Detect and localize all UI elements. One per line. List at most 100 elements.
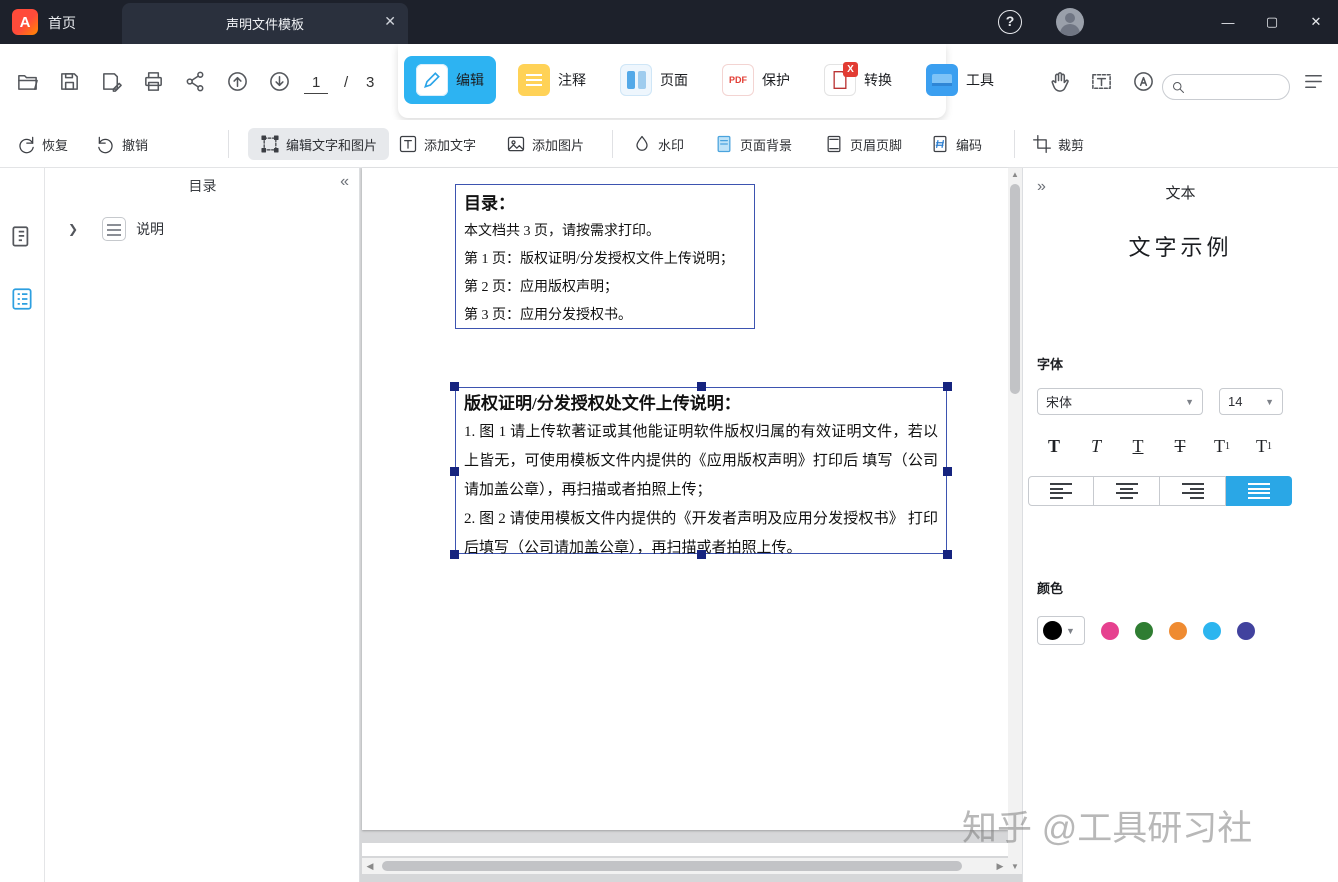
align-justify-button[interactable] — [1226, 476, 1292, 506]
page-number-input[interactable]: 1 — [304, 74, 329, 94]
pdf-page-1[interactable]: 目录： 本文档共 3 页，请按需求打印。 第 1 页：版权证明/分发授权文件上传… — [362, 168, 1008, 830]
redo-button[interactable]: 恢复 — [16, 128, 68, 160]
horizontal-scrollbar[interactable]: ◀ ▶ — [362, 858, 1008, 874]
read-aloud-icon[interactable] — [1132, 70, 1156, 94]
align-right-button[interactable] — [1160, 476, 1226, 506]
save-as-icon[interactable] — [100, 70, 124, 94]
color-picker-dropdown[interactable]: ▼ — [1037, 616, 1085, 645]
strikethrough-button[interactable]: T — [1159, 430, 1201, 462]
crop-button[interactable]: 裁剪 — [1032, 128, 1084, 160]
watermark-label: 水印 — [658, 137, 685, 153]
print-icon[interactable] — [142, 70, 166, 94]
thumbnails-panel-icon[interactable] — [9, 224, 37, 252]
color-section-label: 颜色 — [1037, 581, 1064, 596]
resize-handle-top[interactable] — [697, 382, 706, 391]
toc-tree-item[interactable]: ❯ 说明 — [46, 212, 359, 246]
color-swatch-indigo[interactable] — [1237, 621, 1255, 640]
protect-icon: PDF — [722, 64, 754, 96]
ribbon-tab-convert[interactable]: X 转换 — [812, 56, 904, 104]
ribbon-tab-edit[interactable]: 编辑 — [404, 56, 496, 104]
home-button[interactable]: 首页 — [48, 13, 76, 33]
align-right-icon — [1181, 483, 1204, 499]
previous-page-icon[interactable] — [226, 70, 250, 94]
help-button[interactable]: ? — [998, 10, 1022, 34]
font-family-select[interactable]: 宋体 ▼ — [1037, 388, 1203, 415]
close-button[interactable]: ✕ — [1294, 0, 1338, 44]
page-separator: / — [344, 74, 349, 91]
toolbar-separator — [1014, 130, 1015, 158]
tab-close-icon[interactable]: ✕ — [384, 13, 396, 30]
scroll-left-icon[interactable]: ◀ — [362, 858, 378, 874]
scroll-right-icon[interactable]: ▶ — [992, 858, 1008, 874]
ribbon-tab-tools[interactable]: 工具 — [914, 56, 1006, 104]
toc-textbox[interactable]: 目录： 本文档共 3 页，请按需求打印。 第 1 页：版权证明/分发授权文件上传… — [455, 184, 755, 329]
scroll-up-icon[interactable]: ▲ — [1008, 168, 1022, 182]
page-background-button[interactable]: 页面背景 — [714, 128, 792, 160]
toc-textbox-line: 第 1 页：版权证明/分发授权文件上传说明； — [464, 252, 734, 267]
header-footer-button[interactable]: 页眉页脚 — [824, 128, 902, 160]
vertical-scrollbar[interactable]: ▲ ▼ — [1008, 168, 1022, 874]
resize-handle-bottom-left[interactable] — [450, 550, 459, 559]
pdf-page-2-edge — [362, 843, 1008, 856]
resize-handle-right[interactable] — [943, 466, 952, 476]
italic-button[interactable]: T — [1075, 430, 1117, 462]
horizontal-scroll-thumb[interactable] — [382, 861, 962, 871]
superscript-button[interactable]: T1 — [1201, 430, 1243, 462]
titlebar: A 首页 声明文件模板 ✕ ? — ▢ ✕ — [0, 0, 1338, 44]
color-swatch-orange[interactable] — [1169, 621, 1187, 640]
vertical-scroll-thumb[interactable] — [1010, 184, 1020, 394]
edit-text-image-icon — [261, 135, 279, 153]
encode-button[interactable]: 编码 — [930, 128, 982, 160]
chevron-down-icon: ▼ — [1265, 396, 1274, 407]
edit-text-image-label: 编辑文字和图片 — [286, 137, 378, 153]
bookmark-item-icon — [102, 217, 127, 241]
document-viewport[interactable]: 目录： 本文档共 3 页，请按需求打印。 第 1 页：版权证明/分发授权文件上传… — [360, 168, 1022, 882]
search-box[interactable] — [1162, 74, 1290, 100]
menu-icon[interactable] — [1302, 70, 1326, 94]
panel-icon-strip — [0, 168, 45, 882]
ribbon-tab-protect[interactable]: PDF 保护 — [710, 56, 802, 104]
chevron-right-icon[interactable]: ❯ — [68, 222, 78, 236]
collapse-panel-icon[interactable]: « — [340, 173, 349, 191]
resize-handle-bottom[interactable] — [697, 550, 706, 559]
align-center-button[interactable] — [1094, 476, 1160, 506]
scroll-down-icon[interactable]: ▼ — [1008, 860, 1022, 874]
add-image-button[interactable]: 添加图片 — [506, 128, 584, 160]
watermark-icon — [636, 135, 648, 151]
resize-handle-bottom-right[interactable] — [943, 550, 952, 559]
search-input[interactable] — [1191, 80, 1281, 94]
main-area: 目录 « ❯ 说明 目录： 本文档共 3 页，请按需求打印。 第 1 页：版权证… — [0, 168, 1338, 882]
selected-textbox[interactable]: 版权证明/分发授权处文件上传说明： 1. 图 1 请上传软著证或其他能证明软件版… — [450, 382, 952, 559]
align-left-button[interactable] — [1028, 476, 1094, 506]
bookmarks-panel-icon[interactable] — [9, 286, 37, 314]
resize-handle-top-left[interactable] — [450, 382, 459, 391]
document-tab[interactable]: 声明文件模板 ✕ — [122, 3, 408, 44]
add-image-icon — [507, 136, 525, 152]
maximize-button[interactable]: ▢ — [1250, 0, 1294, 44]
color-swatch-pink[interactable] — [1101, 621, 1119, 640]
hand-tool-icon[interactable] — [1048, 70, 1072, 94]
save-icon[interactable] — [58, 70, 82, 94]
bold-button[interactable]: T — [1033, 430, 1075, 462]
subscript-button[interactable]: T1 — [1243, 430, 1285, 462]
add-text-button[interactable]: 添加文字 — [398, 128, 476, 160]
next-page-icon[interactable] — [268, 70, 292, 94]
ribbon-tab-label: 页面 — [660, 72, 688, 88]
resize-handle-top-right[interactable] — [943, 382, 952, 391]
user-avatar[interactable] — [1056, 8, 1084, 36]
color-swatch-green[interactable] — [1135, 621, 1153, 640]
open-file-icon[interactable] — [16, 70, 40, 94]
font-size-select[interactable]: 14 ▼ — [1219, 388, 1283, 415]
undo-button[interactable]: 撤销 — [96, 128, 148, 160]
minimize-button[interactable]: — — [1206, 0, 1250, 44]
watermark-button[interactable]: 水印 — [632, 128, 684, 160]
color-swatch-cyan[interactable] — [1203, 621, 1221, 640]
share-icon[interactable] — [184, 70, 208, 94]
text-select-tool-icon[interactable] — [1090, 70, 1114, 94]
superscript-glyph: T — [1214, 435, 1225, 456]
edit-text-image-button[interactable]: 编辑文字和图片 — [248, 128, 390, 160]
underline-button[interactable]: T — [1117, 430, 1159, 462]
ribbon-tab-pages[interactable]: 页面 — [608, 56, 700, 104]
ribbon-tab-annotate[interactable]: 注释 — [506, 56, 598, 104]
resize-handle-left[interactable] — [450, 466, 459, 476]
